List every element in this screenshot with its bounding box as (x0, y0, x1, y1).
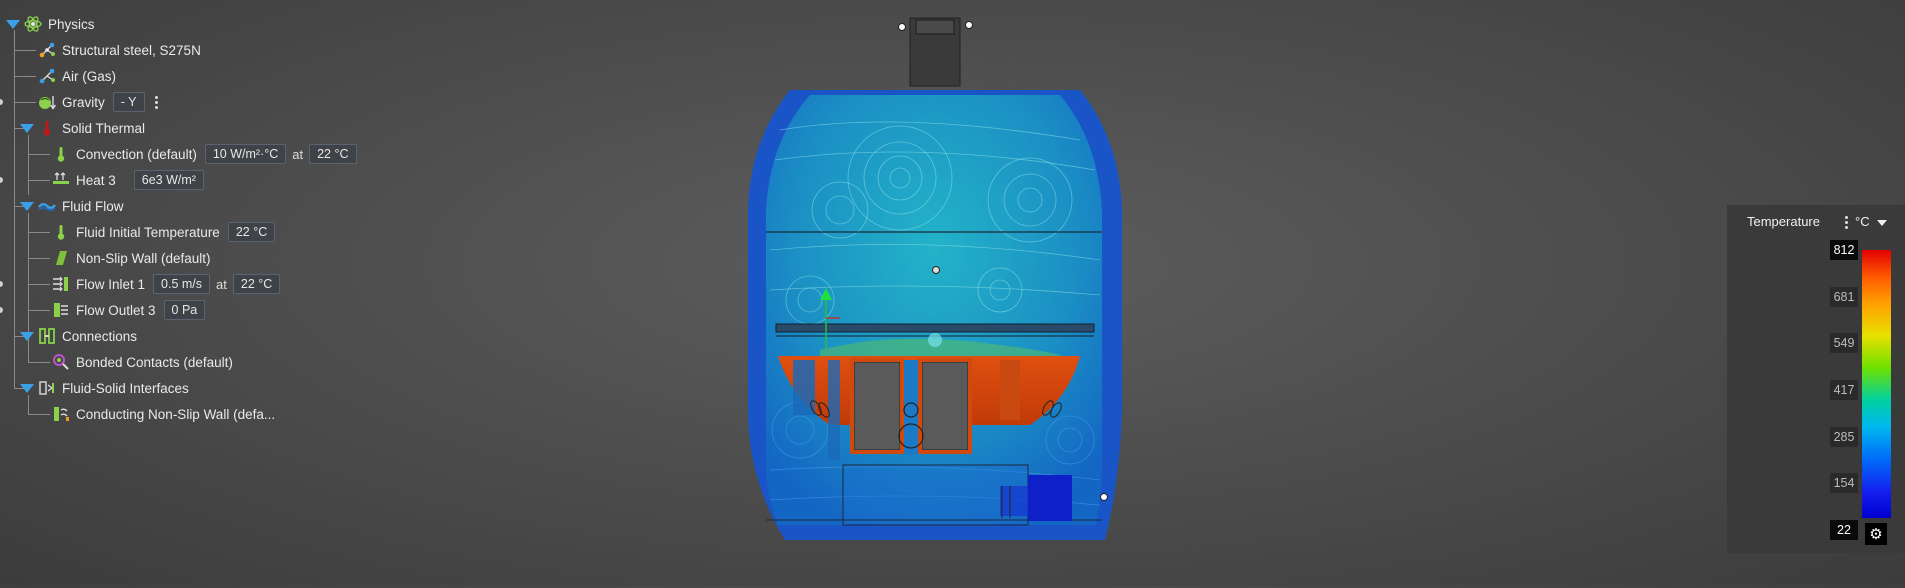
simulation-model[interactable] (700, 0, 1170, 585)
molecule-icon (39, 68, 55, 84)
tree-item-label: Air (Gas) (62, 68, 116, 84)
tree-item-label: Flow Inlet 1 (76, 276, 146, 292)
expand-toggle-icon[interactable] (20, 381, 34, 395)
at-label: at (216, 276, 227, 292)
tree-item-label: Fluid Initial Temperature (76, 224, 220, 240)
tree-item-label: Connections (62, 328, 138, 344)
tree-item-convection[interactable]: Convection (default) 10 W/m²·°C at 22 °C (52, 141, 357, 167)
wave-icon (38, 203, 56, 212)
conducting-wall-icon (54, 407, 69, 421)
tree-item-fluid-solid-interfaces[interactable]: Fluid-Solid Interfaces (20, 375, 189, 401)
thermometer-icon (43, 121, 51, 136)
gravity-icon (39, 96, 56, 110)
temperature-legend: Temperature °C 812 681 549 417 285 154 22 ⚙ (1727, 205, 1905, 553)
heat-flux-field[interactable]: 6e3 W/m² (133, 170, 204, 190)
tree-item-solid-thermal[interactable]: Solid Thermal (20, 115, 145, 141)
expand-toggle-icon[interactable] (20, 121, 34, 135)
tree-item-flow-outlet[interactable]: Flow Outlet 3 0 Pa (52, 297, 206, 323)
tree-item-heat[interactable]: Heat 3 6e3 W/m² (52, 167, 204, 193)
legend-unit-select[interactable]: °C (1855, 214, 1870, 229)
bonded-contact-icon (53, 354, 69, 370)
flow-outlet-icon (54, 303, 68, 317)
interface-icon (39, 381, 54, 395)
tree-item-bonded-contacts[interactable]: Bonded Contacts (default) (52, 349, 233, 375)
legend-options-icon[interactable] (1841, 216, 1851, 229)
expand-toggle-icon[interactable] (20, 199, 34, 213)
legend-tick-label: 285 (1830, 426, 1858, 447)
tree-item-fluid-flow[interactable]: Fluid Flow (20, 193, 124, 219)
tree-item-label: Conducting Non-Slip Wall (defa... (76, 406, 276, 422)
tree-item-label: Bonded Contacts (default) (76, 354, 233, 370)
legend-tick-label: 812 (1830, 240, 1858, 260)
legend-tick-label: 681 (1830, 286, 1858, 307)
heat-flux-icon (53, 172, 69, 184)
tree-item-connections[interactable]: Connections (20, 323, 137, 349)
tree-item-air[interactable]: Air (Gas) (38, 63, 116, 89)
tree-item-label: Gravity (62, 94, 105, 110)
expand-toggle-icon[interactable] (20, 329, 34, 343)
fluid-initial-temperature-field[interactable]: 22 °C (227, 222, 276, 242)
color-scale-bar (1862, 250, 1891, 518)
tree-item-label: Non-Slip Wall (default) (76, 250, 211, 266)
legend-tick-label: 417 (1830, 380, 1858, 400)
thermometer-icon (57, 225, 65, 240)
legend-title: Temperature (1747, 214, 1820, 229)
legend-tick-label: 22 (1830, 520, 1858, 540)
inlet-temperature-field[interactable]: 22 °C (232, 274, 281, 294)
tree-item-label: Flow Outlet 3 (76, 302, 156, 318)
tree-item-physics[interactable]: Physics (6, 11, 95, 37)
tree-item-conducting-non-slip-wall[interactable]: Conducting Non-Slip Wall (defa... (52, 401, 275, 427)
wall-icon (56, 251, 67, 265)
molecule-icon (39, 42, 55, 58)
tree-item-label: Solid Thermal (62, 120, 146, 136)
connections-icon (39, 328, 55, 344)
tree-item-label: Heat 3 (76, 172, 116, 188)
tree-item-label: Fluid-Solid Interfaces (62, 380, 189, 396)
tree-item-label: Fluid Flow (62, 198, 124, 214)
tree-item-flow-inlet[interactable]: Flow Inlet 1 0.5 m/s at 22 °C (52, 271, 281, 297)
tree-item-label: Convection (default) (76, 146, 197, 162)
flow-inlet-icon (53, 276, 68, 292)
thermometer-icon (57, 147, 65, 162)
inlet-velocity-field[interactable]: 0.5 m/s (153, 274, 211, 294)
outlet-pressure-field[interactable]: 0 Pa (163, 300, 206, 320)
tree-item-structural-steel[interactable]: Structural steel, S275N (38, 37, 201, 63)
convection-temperature-field[interactable]: 22 °C (309, 144, 357, 164)
chevron-down-icon[interactable] (1877, 220, 1887, 226)
legend-tick-label: 154 (1830, 473, 1858, 494)
3d-viewport[interactable] (700, 0, 1170, 585)
atom-icon (24, 16, 42, 32)
tree-item-gravity[interactable]: Gravity - Y (38, 89, 162, 115)
gear-icon[interactable]: ⚙ (1865, 523, 1887, 545)
tree-item-label: Structural steel, S275N (62, 42, 201, 58)
more-options-icon[interactable] (152, 95, 162, 109)
at-label: at (292, 146, 304, 162)
tree-item-non-slip-wall[interactable]: Non-Slip Wall (default) (52, 245, 211, 271)
tree-item-fluid-initial-temperature[interactable]: Fluid Initial Temperature 22 °C (52, 219, 276, 245)
gravity-direction-field[interactable]: - Y (112, 92, 145, 112)
tree-item-label: Physics (48, 16, 95, 32)
expand-toggle-icon[interactable] (6, 17, 20, 31)
convection-coefficient-field[interactable]: 10 W/m²·°C (204, 144, 287, 164)
legend-tick-label: 549 (1830, 333, 1858, 354)
physics-tree: Physics Structural steel, S275N Air (Gas… (0, 0, 380, 440)
